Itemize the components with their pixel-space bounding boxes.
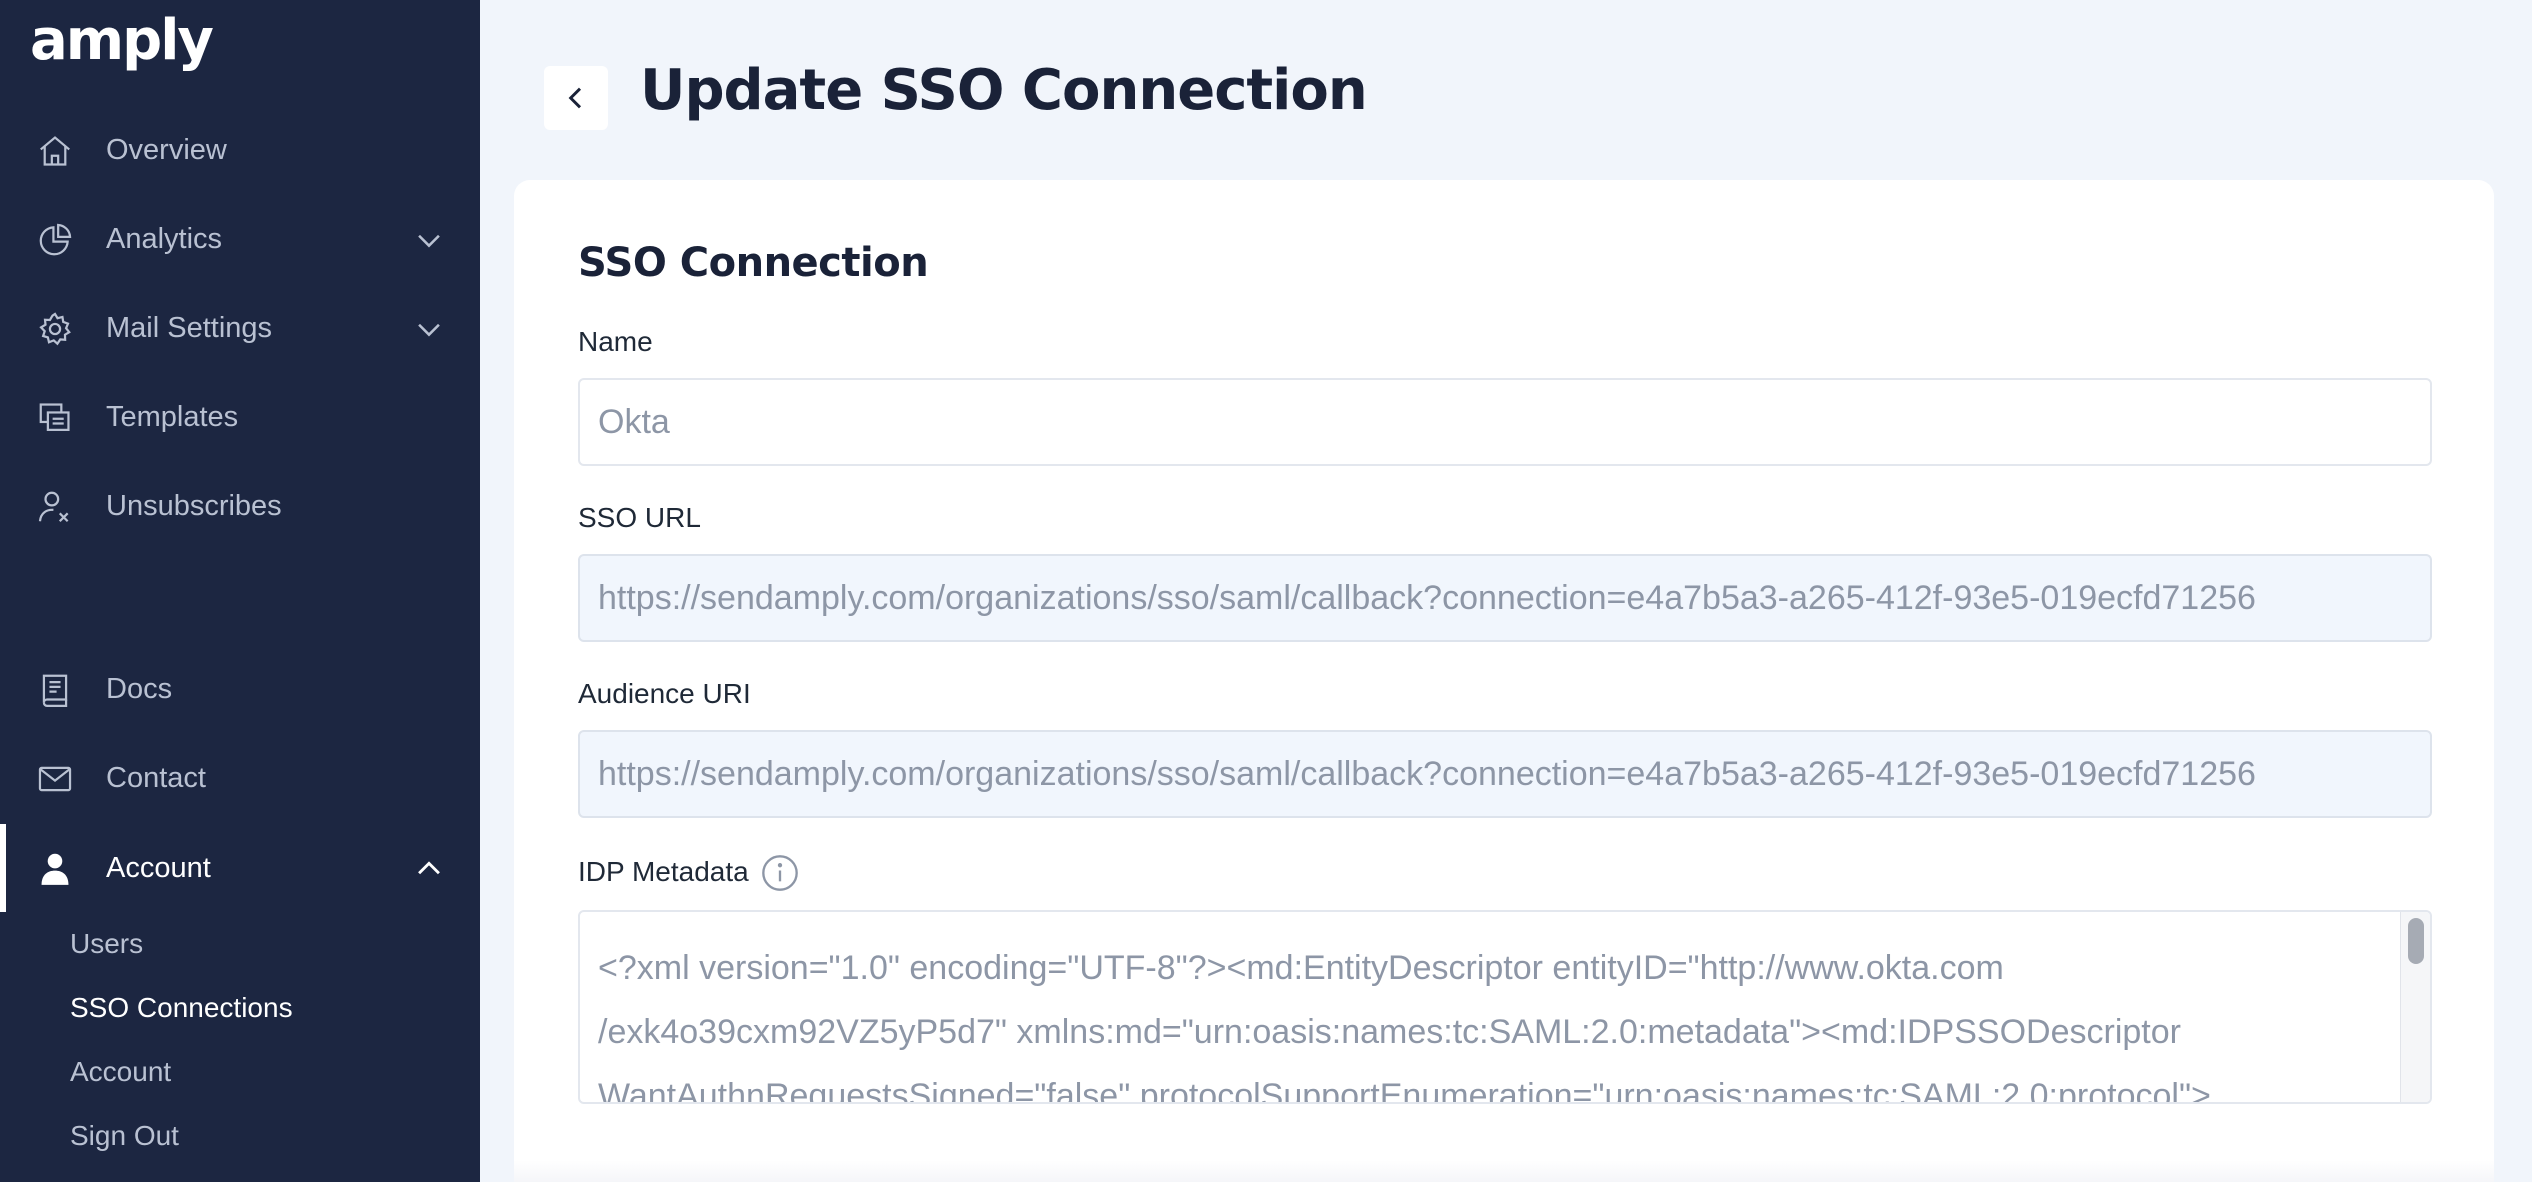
user-icon	[36, 850, 74, 888]
sidebar-item-label: Templates	[106, 400, 239, 433]
book-icon	[36, 671, 74, 709]
name-label: Name	[578, 326, 653, 357]
sidebar-item-label: Contact	[106, 761, 206, 794]
back-button[interactable]	[544, 66, 608, 130]
sidebar-subitem-sign-out[interactable]: Sign Out	[70, 1120, 179, 1152]
home-icon	[36, 132, 74, 170]
sidebar: amply Overview Analytics Mail Settings T…	[0, 0, 480, 1182]
templates-icon	[36, 399, 74, 437]
chevron-left-icon	[560, 82, 592, 114]
sidebar-item-label: Overview	[106, 133, 227, 166]
audience-uri-label: Audience URI	[578, 678, 751, 709]
chevron-down-icon	[412, 312, 446, 346]
name-input[interactable]: Okta	[578, 378, 2432, 466]
sidebar-item-label: Analytics	[106, 222, 223, 255]
sso-url-field[interactable]: https://sendamply.com/organizations/sso/…	[578, 554, 2432, 642]
sidebar-subitem-sso-connections[interactable]: SSO Connections	[70, 992, 293, 1024]
page-title: Update SSO Connection	[640, 58, 1368, 123]
sidebar-item-docs[interactable]: Docs	[0, 645, 480, 733]
sidebar-item-templates[interactable]: Templates	[0, 373, 480, 461]
sidebar-item-overview[interactable]: Overview	[0, 106, 480, 194]
textarea-scrollbar[interactable]	[2400, 912, 2430, 1102]
card-divider	[514, 1160, 2494, 1182]
scrollbar-thumb[interactable]	[2408, 918, 2424, 964]
sidebar-item-account[interactable]: Account	[0, 824, 480, 912]
chevron-up-icon	[412, 852, 446, 886]
sidebar-item-unsubscribes[interactable]: Unsubscribes	[0, 462, 480, 550]
mail-icon	[36, 760, 74, 798]
idp-metadata-label: IDP Metadata	[578, 856, 749, 887]
sidebar-item-label: Mail Settings	[106, 311, 273, 344]
sidebar-subitem-users[interactable]: Users	[70, 928, 143, 960]
chevron-down-icon	[412, 223, 446, 257]
sidebar-item-analytics[interactable]: Analytics	[0, 195, 480, 283]
sidebar-item-label: Unsubscribes	[106, 489, 282, 522]
sidebar-subitem-account[interactable]: Account	[70, 1056, 171, 1088]
info-icon[interactable]	[760, 853, 800, 893]
amply-logo[interactable]: amply	[30, 8, 214, 73]
gear-icon	[36, 310, 74, 348]
section-title: SSO Connection	[578, 240, 929, 286]
idp-metadata-content: <?xml version="1.0" encoding="UTF-8"?><m…	[598, 949, 2211, 1104]
sidebar-item-label: Account	[106, 851, 211, 884]
idp-metadata-textarea[interactable]: <?xml version="1.0" encoding="UTF-8"?><m…	[578, 910, 2432, 1104]
pie-chart-icon	[36, 221, 74, 259]
sidebar-item-mail-settings[interactable]: Mail Settings	[0, 284, 480, 372]
active-indicator	[0, 824, 6, 912]
user-x-icon	[36, 488, 74, 526]
sidebar-item-contact[interactable]: Contact	[0, 734, 480, 822]
sso-url-label: SSO URL	[578, 502, 701, 533]
sidebar-item-label: Docs	[106, 672, 173, 705]
audience-uri-field[interactable]: https://sendamply.com/organizations/sso/…	[578, 730, 2432, 818]
